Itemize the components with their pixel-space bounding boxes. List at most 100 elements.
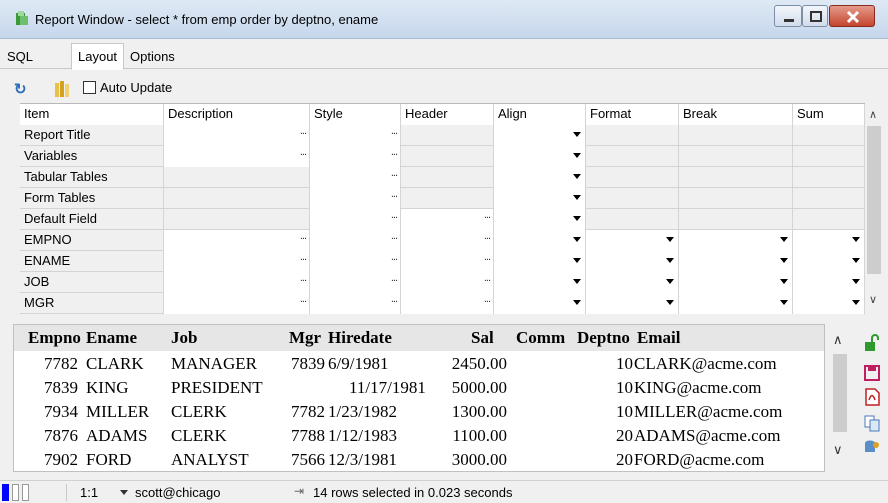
grid-cell-description[interactable]: ... <box>164 146 310 167</box>
dropdown-arrow-icon[interactable] <box>573 300 581 305</box>
dropdown-arrow-icon[interactable] <box>780 258 788 263</box>
ellipsis-button[interactable]: ... <box>391 251 398 267</box>
grid-cell-item[interactable]: Tabular Tables <box>20 167 164 188</box>
grid-cell-sum[interactable] <box>793 209 865 230</box>
ellipsis-button[interactable]: ... <box>391 230 398 246</box>
col-break[interactable]: Break <box>679 104 793 125</box>
grid-cell-description[interactable]: ... <box>164 251 310 272</box>
col-format[interactable]: Format <box>586 104 679 125</box>
dropdown-arrow-icon[interactable] <box>666 300 674 305</box>
grid-cell-format[interactable] <box>586 125 679 146</box>
dropdown-arrow-icon[interactable] <box>573 258 581 263</box>
grid-scrollbar[interactable]: ∧ ∨ <box>865 103 883 314</box>
dropdown-arrow-icon[interactable] <box>780 279 788 284</box>
grid-cell-format[interactable] <box>586 293 679 314</box>
results-col-ename[interactable]: Ename <box>86 328 137 348</box>
grid-cell-style[interactable]: ... <box>310 125 401 146</box>
grid-cell-align[interactable] <box>494 167 586 188</box>
col-description[interactable]: Description <box>164 104 310 125</box>
ellipsis-button[interactable]: ... <box>391 293 398 309</box>
grid-cell-header[interactable]: ... <box>401 209 494 230</box>
dropdown-arrow-icon[interactable] <box>780 300 788 305</box>
dropdown-arrow-icon[interactable] <box>852 279 860 284</box>
results-scroll-up-icon[interactable]: ∧ <box>833 332 843 348</box>
grid-cell-item[interactable]: Form Tables <box>20 188 164 209</box>
refresh-icon[interactable]: ↻ <box>14 80 27 98</box>
grid-cell-style[interactable]: ... <box>310 188 401 209</box>
ellipsis-button[interactable]: ... <box>484 293 491 309</box>
grid-cell-break[interactable] <box>679 146 793 167</box>
grid-cell-align[interactable] <box>494 230 586 251</box>
dropdown-arrow-icon[interactable] <box>573 195 581 200</box>
grid-cell-align[interactable] <box>494 251 586 272</box>
ellipsis-button[interactable]: ... <box>300 125 307 141</box>
minimize-button[interactable] <box>774 5 802 27</box>
grid-cell-header[interactable] <box>401 125 494 146</box>
results-col-mgr[interactable]: Mgr <box>289 328 321 348</box>
dropdown-arrow-icon[interactable] <box>573 174 581 179</box>
grid-cell-sum[interactable] <box>793 272 865 293</box>
ellipsis-button[interactable]: ... <box>391 209 398 225</box>
books-icon[interactable] <box>55 81 69 97</box>
ellipsis-button[interactable]: ... <box>300 272 307 288</box>
dropdown-arrow-icon[interactable] <box>666 279 674 284</box>
dropdown-arrow-icon[interactable] <box>852 237 860 242</box>
grid-cell-format[interactable] <box>586 209 679 230</box>
grid-cell-description[interactable] <box>164 167 310 188</box>
grid-cell-format[interactable] <box>586 146 679 167</box>
grid-cell-description[interactable] <box>164 209 310 230</box>
ellipsis-button[interactable]: ... <box>391 272 398 288</box>
grid-cell-style[interactable]: ... <box>310 293 401 314</box>
unlock-icon[interactable] <box>863 334 881 352</box>
results-row[interactable]: 7934 MILLER CLERK 7782 1/23/1982 1300.00 10 MIL… <box>14 400 824 424</box>
copy-icon[interactable] <box>863 414 881 432</box>
grid-cell-style[interactable]: ... <box>310 251 401 272</box>
dropdown-arrow-icon[interactable] <box>666 258 674 263</box>
results-scrollbar[interactable]: ∧ ∨ <box>828 324 852 472</box>
grid-cell-item[interactable]: MGR <box>20 293 164 314</box>
grid-cell-sum[interactable] <box>793 188 865 209</box>
grid-cell-sum[interactable] <box>793 167 865 188</box>
maximize-button[interactable] <box>802 5 828 27</box>
grid-cell-item[interactable]: Report Title <box>20 125 164 146</box>
results-scroll-down-icon[interactable]: ∨ <box>833 442 843 458</box>
ellipsis-button[interactable]: ... <box>484 230 491 246</box>
grid-cell-style[interactable]: ... <box>310 209 401 230</box>
tab-layout[interactable]: Layout <box>71 43 125 70</box>
results-row[interactable]: 7782 CLARK MANAGER 7839 6/9/1981 2450.00 10 CLA… <box>14 352 824 376</box>
grid-cell-sum[interactable] <box>793 125 865 146</box>
grid-row[interactable]: Variables...... <box>20 146 865 167</box>
ellipsis-button[interactable]: ... <box>300 146 307 162</box>
grid-cell-sum[interactable] <box>793 293 865 314</box>
grid-cell-description[interactable]: ... <box>164 125 310 146</box>
results-row[interactable]: 7839 KING PRESIDENT 11/17/1981 5000.00 10 KING… <box>14 376 824 400</box>
connection-label[interactable]: scott@chicago <box>135 485 220 500</box>
grid-cell-header[interactable] <box>401 167 494 188</box>
pdf-icon[interactable] <box>863 388 881 406</box>
grid-cell-format[interactable] <box>586 251 679 272</box>
grid-cell-format[interactable] <box>586 272 679 293</box>
grid-cell-header[interactable]: ... <box>401 272 494 293</box>
ellipsis-button[interactable]: ... <box>300 230 307 246</box>
grid-cell-align[interactable] <box>494 125 586 146</box>
dropdown-arrow-icon[interactable] <box>852 300 860 305</box>
grid-cell-header[interactable]: ... <box>401 293 494 314</box>
scroll-up-icon[interactable]: ∧ <box>869 108 877 121</box>
grid-cell-format[interactable] <box>586 230 679 251</box>
grid-cell-sum[interactable] <box>793 251 865 272</box>
results-col-deptno[interactable]: Deptno <box>577 328 630 348</box>
results-scroll-thumb[interactable] <box>833 354 847 432</box>
grid-cell-item[interactable]: ENAME <box>20 251 164 272</box>
results-col-hiredate[interactable]: Hiredate <box>328 328 392 348</box>
ellipsis-button[interactable]: ... <box>391 188 398 204</box>
grid-cell-style[interactable]: ... <box>310 230 401 251</box>
grid-row[interactable]: ENAME......... <box>20 251 865 272</box>
connection-dropdown-icon[interactable] <box>120 490 128 495</box>
col-header[interactable]: Header <box>401 104 494 125</box>
grid-cell-break[interactable] <box>679 272 793 293</box>
grid-cell-item[interactable]: Variables <box>20 146 164 167</box>
grid-cell-align[interactable] <box>494 272 586 293</box>
ellipsis-button[interactable]: ... <box>300 293 307 309</box>
ellipsis-button[interactable]: ... <box>484 209 491 225</box>
grid-cell-break[interactable] <box>679 230 793 251</box>
